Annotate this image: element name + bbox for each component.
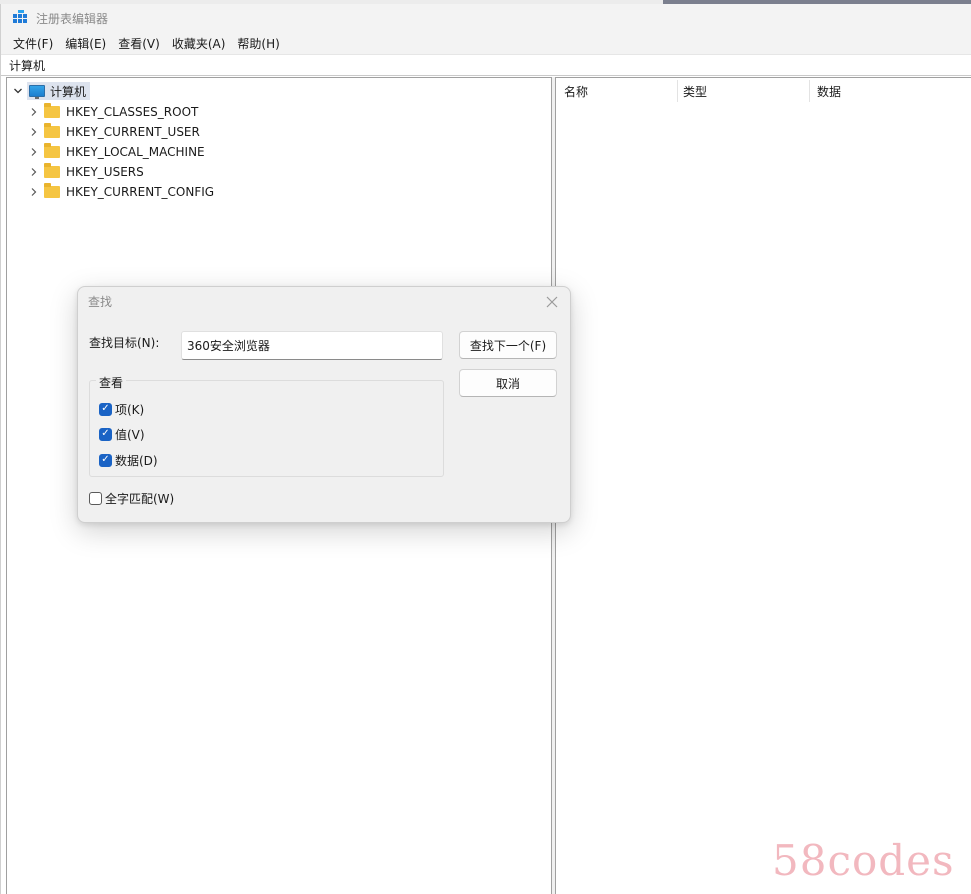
tree-root-selection[interactable]: 计算机 [27,82,91,100]
list-header: 名称 类型 数据 [556,78,971,104]
find-dialog: 查找 查找目标(N): 查找下一个(F) 取消 查看 ✓ 项(K) ✓ 值(V)… [77,286,571,523]
chevron-right-icon[interactable] [27,163,41,181]
menu-favorites[interactable]: 收藏夹(A) [166,35,232,52]
look-at-values-option[interactable]: ✓ 值(V) [99,426,145,442]
look-at-group-title: 查看 [96,374,127,391]
menu-edit[interactable]: 编辑(E) [59,35,112,52]
computer-icon [29,85,45,99]
checkbox-checked-icon[interactable]: ✓ [99,453,112,467]
find-next-button[interactable]: 查找下一个(F) [459,331,557,359]
tree-item-hkey-users[interactable]: HKEY_USERS [27,162,144,182]
chevron-right-icon[interactable] [27,103,41,121]
tree-item-hkey-local-machine[interactable]: HKEY_LOCAL_MACHINE [27,142,205,162]
find-target-label: 查找目标(N): [89,336,160,350]
cancel-button[interactable]: 取消 [459,369,557,397]
chevron-right-icon[interactable] [27,143,41,161]
folder-icon [44,183,60,198]
look-at-values-label: 值(V) [115,427,145,442]
menu-view[interactable]: 查看(V) [112,35,166,52]
menu-help[interactable]: 帮助(H) [231,35,285,52]
chevron-right-icon[interactable] [27,183,41,201]
chevron-right-icon[interactable] [27,123,41,141]
folder-icon [44,143,60,158]
column-header-name[interactable]: 名称 [556,78,678,104]
look-at-keys-option[interactable]: ✓ 项(K) [99,401,144,417]
close-icon[interactable] [540,291,564,313]
tree-item-label: HKEY_LOCAL_MACHINE [66,145,205,159]
column-header-data[interactable]: 数据 [809,78,969,104]
look-at-keys-label: 项(K) [115,402,145,417]
menu-file[interactable]: 文件(F) [7,35,59,52]
watermark: 58codes [772,836,955,885]
find-dialog-title: 查找 [88,295,113,309]
tree-item-label: HKEY_CURRENT_CONFIG [66,185,215,199]
checkbox-checked-icon[interactable]: ✓ [99,402,112,416]
folder-icon [44,163,60,178]
folder-icon [44,103,60,118]
look-at-data-label: 数据(D) [115,453,158,468]
tree-item-hkey-current-user[interactable]: HKEY_CURRENT_USER [27,122,200,142]
checkbox-unchecked-icon[interactable] [89,491,102,505]
find-target-input[interactable] [181,331,443,360]
registry-editor-icon [13,10,29,26]
checkbox-checked-icon[interactable]: ✓ [99,427,112,441]
folder-icon [44,123,60,138]
tree-root-computer[interactable]: 计算机 [11,82,91,100]
tree-item-label: HKEY_CLASSES_ROOT [66,105,199,119]
address-bar[interactable]: 计算机 [1,54,971,76]
title-bar[interactable]: 注册表编辑器 [1,4,971,32]
tree-root-label: 计算机 [50,84,87,99]
menu-bar: 文件(F) 编辑(E) 查看(V) 收藏夹(A) 帮助(H) [1,32,971,54]
match-whole-string-label: 全字匹配(W) [105,491,175,506]
address-path: 计算机 [9,58,46,73]
value-list-pane[interactable]: 名称 类型 数据 [556,77,971,894]
column-header-type[interactable]: 类型 [675,78,809,104]
match-whole-string-option[interactable]: 全字匹配(W) [89,490,174,506]
window-title: 注册表编辑器 [36,11,109,26]
look-at-data-option[interactable]: ✓ 数据(D) [99,452,158,468]
tree-item-hkey-classes-root[interactable]: HKEY_CLASSES_ROOT [27,102,198,122]
tree-item-label: HKEY_CURRENT_USER [66,125,200,139]
tree-item-label: HKEY_USERS [66,165,144,179]
tree-item-hkey-current-config[interactable]: HKEY_CURRENT_CONFIG [27,182,214,202]
chevron-down-icon[interactable] [11,82,25,100]
